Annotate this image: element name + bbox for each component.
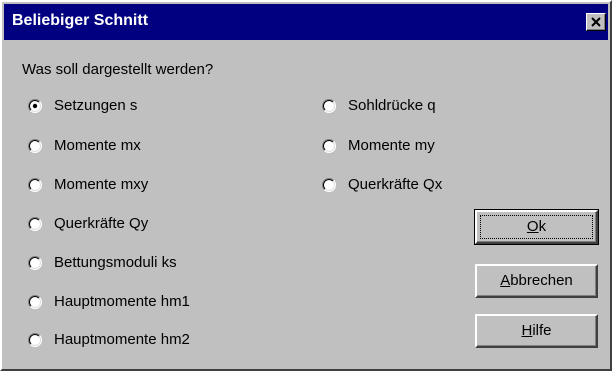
- cancel-button[interactable]: Abbrechen: [475, 264, 598, 298]
- radio-unchecked-icon[interactable]: [28, 295, 42, 309]
- radio-option-label: Momente mx: [54, 137, 141, 154]
- prompt-label: Was soll dargestellt werden?: [22, 61, 214, 78]
- ok-accel: O: [526, 218, 539, 235]
- ok-label-rest: k: [538, 218, 547, 235]
- radio-option-label: Momente mxy: [54, 176, 149, 193]
- radio-option-label: Hauptmomente hm2: [54, 331, 190, 348]
- help-accel: H: [521, 322, 533, 339]
- radio-option[interactable]: Bettungsmoduli ks: [28, 253, 228, 273]
- radio-checked-icon[interactable]: [28, 99, 42, 113]
- close-button[interactable]: [586, 13, 606, 31]
- radio-unchecked-icon[interactable]: [322, 99, 336, 113]
- radio-option-label: Sohldrücke q: [348, 97, 436, 114]
- radio-option-label: Querkräfte Qy: [54, 215, 149, 232]
- radio-option[interactable]: Momente mxy: [28, 175, 228, 195]
- radio-unchecked-icon[interactable]: [28, 333, 42, 347]
- radio-option-label: Bettungsmoduli ks: [54, 254, 177, 271]
- radio-option-label: Momente my: [348, 137, 435, 154]
- cancel-accel: A: [500, 272, 511, 289]
- dialog-window: Beliebiger Schnitt Was soll dargestellt …: [0, 0, 612, 371]
- radio-option[interactable]: Sohldrücke q: [322, 96, 522, 116]
- radio-unchecked-icon[interactable]: [28, 217, 42, 231]
- ok-button[interactable]: Ok: [474, 209, 599, 245]
- radio-option[interactable]: Hauptmomente hm2: [28, 330, 228, 350]
- radio-option[interactable]: Querkräfte Qy: [28, 214, 228, 234]
- radio-option[interactable]: Momente my: [322, 136, 522, 156]
- radio-unchecked-icon[interactable]: [28, 139, 42, 153]
- radio-option[interactable]: Hauptmomente hm1: [28, 292, 228, 312]
- help-label-rest: ilfe: [532, 322, 552, 339]
- radio-unchecked-icon[interactable]: [28, 178, 42, 192]
- title-bar[interactable]: Beliebiger Schnitt: [4, 4, 608, 40]
- radio-option[interactable]: Momente mx: [28, 136, 228, 156]
- radio-option[interactable]: Querkräfte Qx: [322, 175, 522, 195]
- radio-unchecked-icon[interactable]: [322, 139, 336, 153]
- radio-option-label: Querkräfte Qx: [348, 176, 443, 193]
- close-icon: [591, 17, 601, 27]
- radio-unchecked-icon[interactable]: [28, 256, 42, 270]
- radio-option-label: Setzungen s: [54, 97, 138, 114]
- radio-option-label: Hauptmomente hm1: [54, 293, 190, 310]
- cancel-label-rest: bbrechen: [510, 272, 573, 289]
- radio-option[interactable]: Setzungen s: [28, 96, 228, 116]
- help-button[interactable]: Hilfe: [475, 314, 598, 348]
- radio-unchecked-icon[interactable]: [322, 178, 336, 192]
- window-title: Beliebiger Schnitt: [12, 12, 149, 29]
